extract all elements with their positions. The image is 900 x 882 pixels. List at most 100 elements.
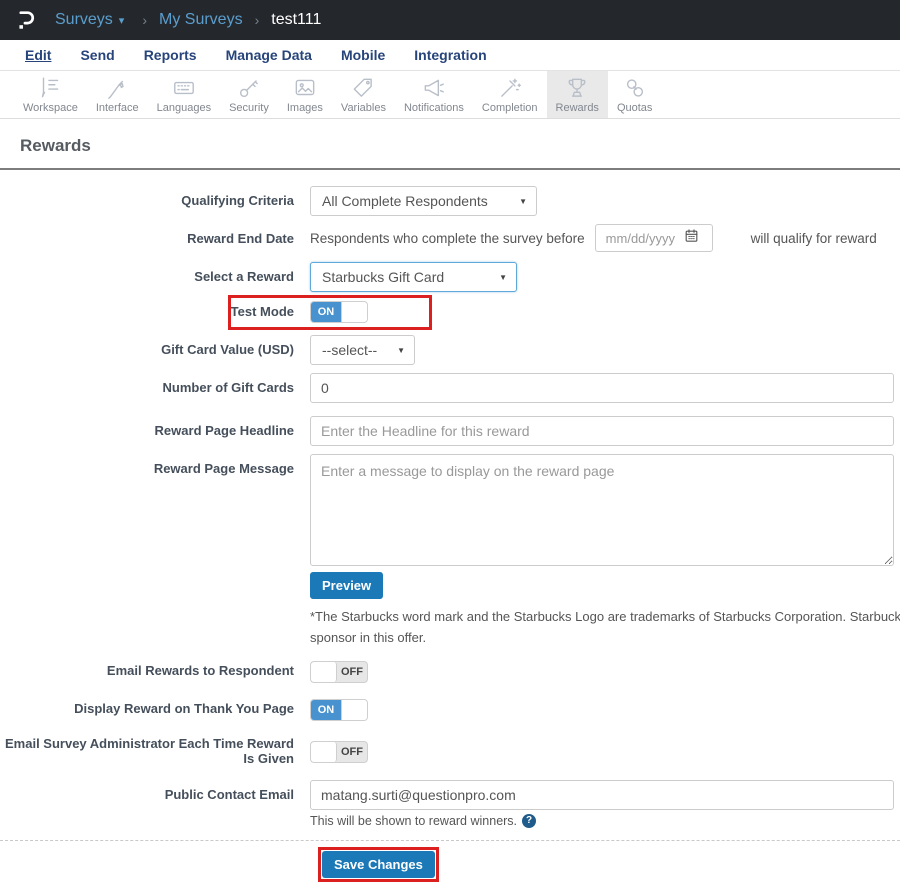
number-of-gift-cards-input[interactable]	[310, 373, 894, 403]
toolbar-label: Completion	[481, 101, 538, 114]
breadcrumb-surveys[interactable]: Surveys	[55, 11, 113, 29]
toolbar-label: Variables	[340, 101, 386, 114]
tab-mobile[interactable]: Mobile	[341, 47, 385, 63]
reward-page-headline-row: Reward Page Headline	[0, 416, 900, 446]
number-of-gift-cards-label: Number of Gift Cards	[162, 380, 294, 395]
number-of-gift-cards-row: Number of Gift Cards	[0, 373, 900, 403]
email-rewards-toggle[interactable]: OFF	[310, 660, 368, 683]
toolbar-item-rewards[interactable]: Rewards	[546, 71, 608, 118]
toggle-knob	[341, 302, 367, 322]
tab-edit[interactable]: Edit	[25, 47, 51, 63]
reward-page-headline-input[interactable]	[310, 416, 894, 446]
toggle-knob	[311, 741, 337, 762]
public-contact-email-label: Public Contact Email	[164, 786, 294, 802]
display-reward-row: Display Reward on Thank You Page ON	[0, 698, 900, 721]
reward-page-headline-label: Reward Page Headline	[154, 423, 294, 438]
toolbar-item-images[interactable]: Images	[278, 71, 332, 118]
toolbar-item-quotas[interactable]: Quotas	[608, 71, 661, 118]
pencil-list-icon	[37, 75, 63, 101]
breadcrumb-separator-icon: ›	[142, 12, 147, 28]
preview-button[interactable]: Preview	[310, 572, 384, 599]
toggle-knob	[341, 699, 367, 720]
toolbar-item-variables[interactable]: Variables	[332, 71, 395, 118]
toolbar-label: Notifications	[403, 101, 464, 114]
tag-icon	[350, 75, 376, 101]
toolbar-label: Quotas	[616, 101, 653, 114]
save-row: Save Changes	[0, 846, 900, 882]
megaphone-icon	[421, 75, 447, 101]
end-date-prefix-text: Respondents who complete the survey befo…	[310, 230, 585, 246]
qualifying-criteria-row: Qualifying Criteria All Complete Respond…	[0, 186, 900, 216]
tab-manage-data[interactable]: Manage Data	[226, 47, 312, 63]
selected-value: All Complete Respondents	[322, 193, 488, 209]
helper-text: This will be shown to reward winners.	[310, 813, 518, 828]
test-mode-label: Test Mode	[230, 303, 294, 319]
toolbar-label: Workspace	[23, 101, 78, 114]
red-highlight-annotation: Save Changes	[318, 846, 439, 882]
breadcrumb-separator-icon: ›	[254, 12, 260, 28]
top-navigation-bar: Surveys ▾ › My Surveys › test111	[0, 0, 900, 40]
qualifying-criteria-label: Qualifying Criteria	[181, 193, 294, 208]
display-reward-toggle[interactable]: ON	[310, 698, 368, 721]
questionpro-logo-icon[interactable]	[14, 7, 39, 34]
magic-wand-icon	[497, 75, 523, 101]
toolbar-item-interface[interactable]: Interface	[87, 71, 148, 118]
toolbar-label: Interface	[95, 101, 139, 114]
pen-icon	[104, 75, 130, 101]
caret-down-icon: ▼	[519, 196, 527, 206]
toolbar-label: Security	[229, 101, 269, 114]
toolbar-item-workspace[interactable]: Workspace	[14, 71, 87, 118]
toggle-state-label: ON	[311, 302, 341, 322]
toggle-state-label: ON	[311, 699, 341, 720]
qualifying-criteria-select[interactable]: All Complete Respondents ▼	[310, 186, 537, 216]
trophy-icon	[564, 75, 590, 101]
test-mode-row: Test Mode ON	[0, 295, 900, 330]
toolbar-label: Languages	[156, 101, 212, 114]
reward-page-message-label: Reward Page Message	[153, 461, 294, 476]
reward-end-date-label: Reward End Date	[187, 231, 294, 246]
gift-card-value-row: Gift Card Value (USD) --select-- ▼	[0, 335, 900, 365]
toolbar-item-security[interactable]: Security	[220, 71, 278, 118]
select-reward-select[interactable]: Starbucks Gift Card ▼	[310, 262, 517, 292]
chain-icon	[622, 75, 648, 101]
reward-end-date-row: Reward End Date Respondents who complete…	[0, 224, 900, 252]
reward-page-message-textarea[interactable]	[310, 454, 894, 566]
toolbar-label: Images	[286, 101, 323, 114]
tab-integration[interactable]: Integration	[414, 47, 486, 63]
calendar-icon[interactable]	[684, 228, 699, 248]
page-title: Rewards	[20, 136, 91, 155]
end-date-input[interactable]	[603, 229, 678, 247]
tab-reports[interactable]: Reports	[144, 47, 197, 63]
email-rewards-label: Email Rewards to Respondent	[106, 663, 294, 679]
starbucks-disclaimer-row: *The Starbucks word mark and the Starbuc…	[0, 609, 900, 647]
email-admin-toggle[interactable]: OFF	[310, 740, 368, 763]
toolbar-item-languages[interactable]: Languages	[148, 71, 220, 118]
reward-page-message-row: Reward Page Message	[0, 454, 900, 566]
gift-card-value-select[interactable]: --select-- ▼	[310, 335, 415, 365]
toolbar-item-completion[interactable]: Completion	[473, 71, 547, 118]
footer-divider	[0, 839, 900, 841]
breadcrumb-my-surveys[interactable]: My Surveys	[159, 11, 243, 29]
caret-down-icon[interactable]: ▾	[119, 14, 125, 27]
end-date-field[interactable]	[594, 224, 713, 252]
test-mode-toggle[interactable]: ON	[310, 301, 368, 323]
toolbar-item-notifications[interactable]: Notifications	[395, 71, 473, 118]
public-contact-email-input[interactable]	[310, 779, 894, 810]
help-icon[interactable]: ?	[522, 813, 537, 828]
breadcrumb-current-survey: test111	[271, 11, 322, 28]
public-contact-email-row: Public Contact Email This will be shown …	[0, 779, 900, 828]
selected-value: --select--	[322, 342, 378, 358]
toggle-state-label: OFF	[341, 665, 363, 678]
image-icon	[292, 75, 318, 101]
keyboard-icon	[171, 75, 197, 101]
preview-row: Preview	[0, 572, 900, 599]
toolbar-label: Rewards	[555, 101, 599, 114]
tab-send[interactable]: Send	[80, 47, 114, 63]
end-date-suffix-text: will qualify for reward	[750, 230, 877, 246]
selected-value: Starbucks Gift Card	[322, 269, 445, 285]
email-rewards-row: Email Rewards to Respondent OFF	[0, 660, 900, 683]
display-reward-label: Display Reward on Thank You Page	[74, 701, 294, 717]
disclaimer-line-2: sponsor in this offer.	[310, 629, 427, 645]
rewards-form: Qualifying Criteria All Complete Respond…	[0, 170, 900, 882]
toggle-state-label: OFF	[341, 745, 363, 758]
